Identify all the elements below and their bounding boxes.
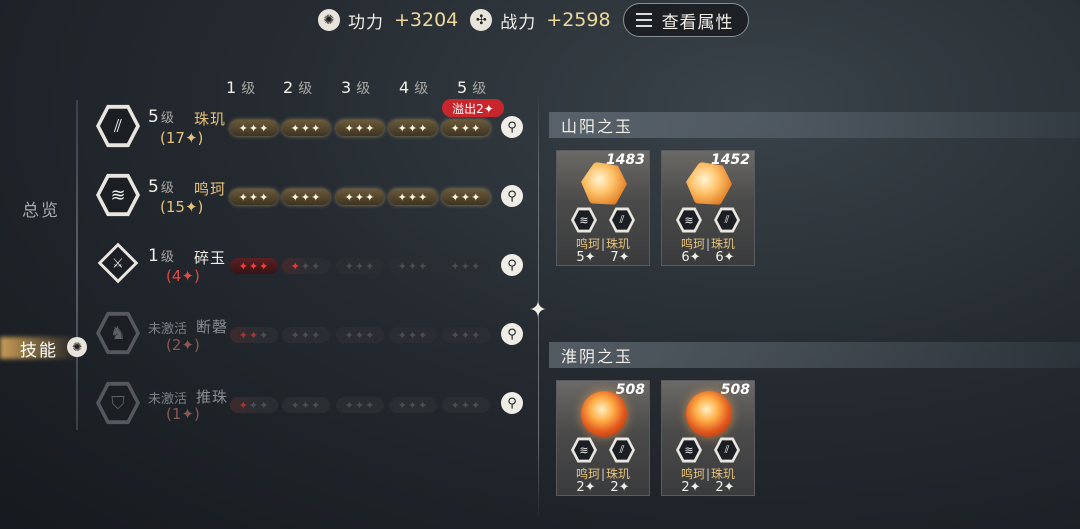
magnifier-icon[interactable]: ⚲ bbox=[501, 185, 523, 207]
zhanli-value: +2598 bbox=[546, 9, 611, 31]
section-title: 山阳之玉 bbox=[561, 117, 634, 136]
pip-lv5: ✦✦✦ bbox=[442, 189, 490, 205]
card-power: 508 bbox=[615, 382, 645, 398]
level-header-4: 4 级 bbox=[399, 78, 429, 97]
mingke-skill-icon: ≋ bbox=[676, 207, 702, 233]
skill-status: 未激活 bbox=[148, 322, 188, 337]
pip-lv4: ✦✦✦ bbox=[389, 189, 437, 205]
skill-count: (4✦) bbox=[166, 267, 200, 285]
skill-name: 碎玉 bbox=[194, 249, 227, 267]
pip-lv1: ✦✦✦ bbox=[230, 189, 278, 205]
level-header-5: 5 级 bbox=[457, 78, 487, 97]
skill-icon-duanqing[interactable]: ♞ bbox=[96, 311, 140, 355]
zhanli-label: 战力 bbox=[500, 12, 537, 33]
zhuji-skill-icon: ⫽ bbox=[609, 437, 635, 463]
pip-lv1: ✦✦✦ bbox=[230, 397, 278, 413]
pip-lv1: ✦✦✦ bbox=[230, 327, 278, 343]
jade-card[interactable]: 1452 ≋ ⫽ 鸣珂|珠玑 6✦ 6✦ bbox=[661, 150, 755, 266]
divider-star-icon: ✦ bbox=[528, 298, 548, 323]
zhanli-icon: ✣ bbox=[470, 9, 493, 31]
card-skill-values: 6✦ 6✦ bbox=[681, 250, 735, 265]
skill-level: 1级 bbox=[148, 246, 174, 266]
skill-count: (17✦) bbox=[160, 129, 204, 147]
card-power: 508 bbox=[720, 382, 750, 398]
pip-lv2: ✦✦✦ bbox=[282, 327, 330, 343]
skill-count: (15✦) bbox=[160, 198, 204, 216]
pip-lv2: ✦✦✦ bbox=[282, 258, 330, 274]
pip-lv5: ✦✦✦ bbox=[442, 120, 490, 136]
gongli-label: 功力 bbox=[348, 12, 384, 33]
card-skill-values: 2✦ 2✦ bbox=[681, 480, 735, 495]
section-header: 山阳之玉 bbox=[549, 112, 1080, 138]
level-header-3: 3 级 bbox=[341, 78, 371, 97]
overflow-badge: 溢出2✦ bbox=[442, 99, 504, 117]
mingke-skill-icon: ≋ bbox=[676, 437, 702, 463]
skill-level: 5级 bbox=[148, 107, 174, 127]
pip-lv5: ✦✦✦ bbox=[442, 258, 490, 274]
level-header-1: 1 级 bbox=[226, 78, 256, 97]
pip-lv2: ✦✦✦ bbox=[282, 120, 330, 136]
section-title: 淮阴之玉 bbox=[561, 347, 634, 366]
magnifier-icon[interactable]: ⚲ bbox=[501, 116, 523, 138]
skill-name: 珠玑 bbox=[194, 110, 227, 128]
pip-lv4: ✦✦✦ bbox=[389, 397, 437, 413]
zhuji-skill-icon: ⫽ bbox=[714, 437, 740, 463]
gongli-icon: ✺ bbox=[318, 9, 340, 31]
magnifier-icon[interactable]: ⚲ bbox=[501, 254, 523, 276]
magnifier-icon[interactable]: ⚲ bbox=[501, 392, 523, 414]
pip-lv3: ✦✦✦ bbox=[336, 327, 384, 343]
pip-lv1: ✦✦✦ bbox=[230, 258, 278, 274]
pip-lv3: ✦✦✦ bbox=[336, 189, 384, 205]
list-icon bbox=[635, 13, 652, 27]
pip-lv4: ✦✦✦ bbox=[389, 258, 437, 274]
orb-gem-icon bbox=[686, 391, 732, 437]
pip-lv1: ✦✦✦ bbox=[230, 120, 278, 136]
skill-icon-mingke[interactable]: ≋ bbox=[96, 173, 140, 217]
nav-line bbox=[76, 100, 78, 430]
view-attributes-button[interactable]: 查看属性 bbox=[622, 3, 749, 37]
zhuji-skill-icon: ⫽ bbox=[714, 207, 740, 233]
mingke-skill-icon: ≋ bbox=[571, 437, 597, 463]
skill-level: 5级 bbox=[148, 177, 174, 197]
pip-lv5: ✦✦✦ bbox=[442, 327, 490, 343]
gongli-value: +3204 bbox=[394, 9, 459, 31]
top-stats-bar: ✺ 功力 +3204 ✣ 战力 +2598 查看属性 bbox=[318, 2, 768, 38]
nav-tab-skill[interactable]: 技能 bbox=[20, 336, 58, 361]
jade-card[interactable]: 508 ≋ ⫽ 鸣珂|珠玑 2✦ 2✦ bbox=[661, 380, 755, 496]
jade-card[interactable]: 1483 ≋ ⫽ 鸣珂|珠玑 5✦ 7✦ bbox=[556, 150, 650, 266]
level-header-2: 2 级 bbox=[283, 78, 313, 97]
skill-icon-tuizhu[interactable]: ⛉ bbox=[96, 381, 140, 425]
mingke-skill-icon: ≋ bbox=[571, 207, 597, 233]
card-skill-values: 2✦ 2✦ bbox=[576, 480, 630, 495]
pip-lv3: ✦✦✦ bbox=[336, 258, 384, 274]
section-header: 淮阴之玉 bbox=[549, 342, 1080, 368]
pip-lv2: ✦✦✦ bbox=[282, 397, 330, 413]
pip-lv4: ✦✦✦ bbox=[389, 120, 437, 136]
pip-lv5: ✦✦✦ bbox=[442, 397, 490, 413]
nav-active-indicator-icon: ✺ bbox=[67, 337, 87, 357]
nav-tab-overview[interactable]: 总览 bbox=[22, 196, 60, 221]
orb-gem-icon bbox=[581, 391, 627, 437]
skill-name: 推珠 bbox=[196, 388, 229, 406]
view-attributes-label: 查看属性 bbox=[661, 12, 734, 33]
skill-icon-zhuji[interactable]: ⫽ bbox=[96, 104, 140, 148]
skill-count: (2✦) bbox=[166, 336, 200, 354]
skill-name: 断磬 bbox=[196, 318, 229, 336]
skill-name: 鸣珂 bbox=[194, 180, 227, 198]
card-skill-values: 5✦ 7✦ bbox=[576, 250, 630, 265]
pip-lv3: ✦✦✦ bbox=[336, 397, 384, 413]
pip-lv3: ✦✦✦ bbox=[336, 120, 384, 136]
pip-lv2: ✦✦✦ bbox=[282, 189, 330, 205]
magnifier-icon[interactable]: ⚲ bbox=[501, 323, 523, 345]
skill-count: (1✦) bbox=[166, 405, 200, 423]
skill-icon-suiyu[interactable]: ⚔ bbox=[97, 242, 139, 284]
pip-lv4: ✦✦✦ bbox=[389, 327, 437, 343]
jade-card[interactable]: 508 ≋ ⫽ 鸣珂|珠玑 2✦ 2✦ bbox=[556, 380, 650, 496]
zhuji-skill-icon: ⫽ bbox=[609, 207, 635, 233]
